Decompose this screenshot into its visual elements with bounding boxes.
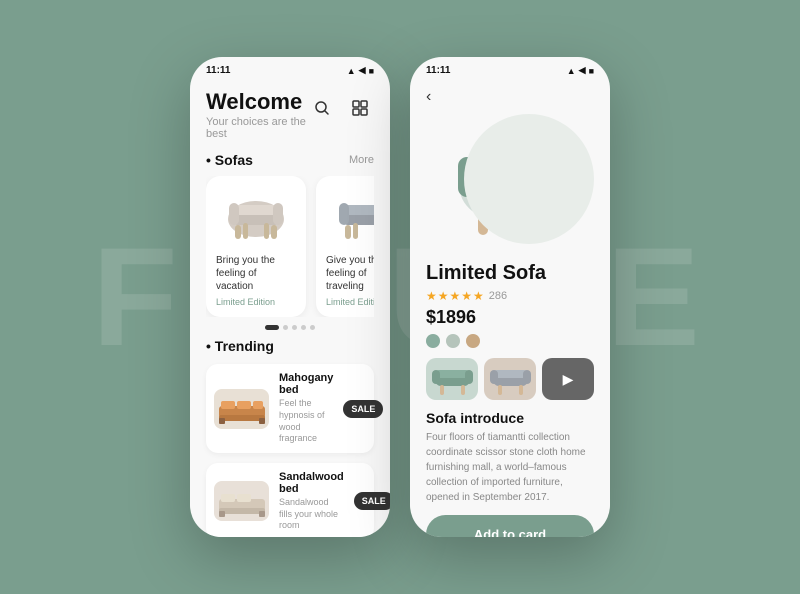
color-option-1[interactable] [426,334,440,348]
sofa-card-badge-2: Limited Edition [326,297,374,307]
review-count: 286 [489,290,507,302]
trending-img-2 [214,481,269,521]
sale-badge-2: SALE [354,492,390,510]
product-image-area [426,114,594,254]
home-header: Welcome Your choices are the best [206,90,374,140]
trending-name-2: Sandalwood bed [279,471,344,495]
color-options [426,334,594,348]
home-subtitle: Your choices are the best [206,116,308,140]
time-home: 11:11 [206,65,230,76]
thumb-2[interactable] [484,358,536,400]
wifi-icon-2: ◀ [579,65,586,76]
thumb-1[interactable] [426,358,478,400]
header-icons [308,94,374,122]
trending-desc-1: Feel the hypnosis of wood fragrance [279,398,333,445]
sofas-more-btn[interactable]: More [349,154,374,166]
sofa-card-title-2: Give you the feeling of traveling [326,254,374,293]
wifi-icon: ◀ [359,65,366,76]
dot-4 [301,325,306,330]
dot-2 [283,325,288,330]
grid-button[interactable] [346,94,374,122]
trending-info-2: Sandalwood bed Sandalwood fills your who… [279,471,344,532]
sofa-card-1[interactable]: Bring you the feeling of vacation Limite… [206,176,306,317]
search-button[interactable] [308,94,336,122]
status-bar-home: 11:11 ▲ ◀ ■ [190,57,390,80]
introduce-title: Sofa introduce [426,410,594,426]
stars-icon: ★★★★★ [426,289,485,303]
dot-5 [310,325,315,330]
play-icon: ▶ [563,371,574,388]
sofas-carousel: Bring you the feeling of vacation Limite… [206,176,374,317]
add-to-card-button[interactable]: Add to card [426,515,594,537]
stars-row: ★★★★★ 286 [426,289,594,303]
thumbnail-strip: ▶ [426,358,594,400]
status-icons-detail: ▲ ◀ ■ [567,65,594,76]
sofa-card-badge-1: Limited Edition [216,297,296,307]
trending-info-1: Mahogany bed Feel the hypnosis of wood f… [279,372,333,445]
sofas-section-title: • Sofas [206,152,253,168]
battery-icon-2: ■ [589,66,594,76]
signal-icon-2: ▲ [567,66,576,76]
home-title: Welcome [206,90,308,114]
trending-item-2[interactable]: Sandalwood bed Sandalwood fills your who… [206,463,374,537]
time-detail: 11:11 [426,65,450,76]
status-bar-detail: 11:11 ▲ ◀ ■ [410,57,610,80]
dot-1 [265,325,279,330]
product-title: Limited Sofa [426,262,594,285]
introduce-text: Four floors of tiamantti collection coor… [426,430,594,505]
sofa-card-title-1: Bring you the feeling of vacation [216,254,296,293]
carousel-dots [206,325,374,330]
sale-badge-1: SALE [343,400,383,418]
sofas-section-header: • Sofas More [206,152,374,168]
product-price: $1896 [426,307,594,328]
battery-icon: ■ [369,66,374,76]
status-icons-home: ▲ ◀ ■ [347,65,374,76]
sofa-card-img-1 [216,186,296,246]
product-bg-circle [464,114,594,244]
dot-3 [292,325,297,330]
sofa-card-img-2 [326,186,374,246]
phones-container: 11:11 ▲ ◀ ■ Welcome Your choices are the… [190,57,610,537]
trending-item-1[interactable]: Mahogany bed Feel the hypnosis of wood f… [206,364,374,453]
phone-home: 11:11 ▲ ◀ ■ Welcome Your choices are the… [190,57,390,537]
trending-img-1 [214,389,269,429]
color-option-3[interactable] [466,334,480,348]
color-option-2[interactable] [446,334,460,348]
trending-title: • Trending [206,338,374,354]
trending-name-1: Mahogany bed [279,372,333,396]
signal-icon: ▲ [347,66,356,76]
sofa-card-2[interactable]: Give you the feeling of traveling Limite… [316,176,374,317]
thumb-play[interactable]: ▶ [542,358,594,400]
phone-detail: 11:11 ▲ ◀ ■ ‹ [410,57,610,537]
trending-desc-2: Sandalwood fills your whole room [279,497,344,532]
back-button[interactable]: ‹ [426,88,594,106]
